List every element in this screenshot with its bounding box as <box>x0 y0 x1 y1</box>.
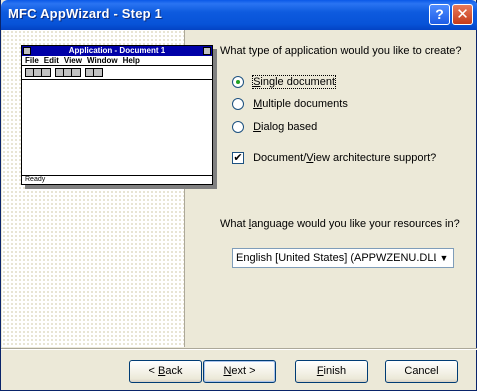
radio-dialog-based[interactable]: Dialog based <box>232 121 317 135</box>
preview-menu-window: Window <box>86 56 118 65</box>
preview-menu-file: File <box>25 56 39 65</box>
preview-application-window: Application - Document 1 File Edit View Win… <box>21 45 213 185</box>
window-title: MFC AppWizard - Step 1 <box>8 6 163 21</box>
button-divider <box>1 348 477 350</box>
next-button[interactable]: Next > <box>203 360 276 383</box>
preview-status-bar: Ready <box>22 175 212 184</box>
toolbar-button-group-icon <box>25 68 51 77</box>
language-question: What language would you like your resour… <box>220 218 460 230</box>
radio-label: Single document <box>252 75 337 90</box>
maximize-icon <box>203 47 211 55</box>
docview-label: Document/View architecture support? <box>253 152 437 165</box>
docview-checkbox-row[interactable]: ✔ Document/View architecture support? <box>232 152 437 165</box>
preview-menu-view: View <box>63 56 82 65</box>
language-dropdown[interactable]: English [United States] (APPWZENU.DLL ▼ <box>232 248 454 268</box>
radio-button-icon[interactable] <box>232 76 244 89</box>
radio-button-icon[interactable] <box>232 121 244 134</box>
back-button[interactable]: < Back <box>129 360 202 383</box>
preview-menu-bar: File Edit View Window Help <box>22 56 212 66</box>
radio-label: Dialog based <box>253 121 318 134</box>
finish-button[interactable]: Finish <box>295 360 368 383</box>
chevron-down-icon[interactable]: ▼ <box>436 250 452 266</box>
toolbar-button-group-icon <box>85 68 103 77</box>
cancel-button[interactable]: Cancel <box>385 360 458 383</box>
preview-menu-edit: Edit <box>43 56 59 65</box>
toolbar-button-group-icon <box>55 68 81 77</box>
preview-title-bar: Application - Document 1 <box>22 46 212 56</box>
help-button[interactable]: ? <box>429 4 450 25</box>
app-type-question: What type of application would you like … <box>220 45 462 57</box>
title-bar[interactable]: MFC AppWizard - Step 1 ? ✕ <box>1 0 477 30</box>
preview-toolbar <box>22 66 212 80</box>
wizard-window: MFC AppWizard - Step 1 ? ✕ Application -… <box>0 0 477 391</box>
system-menu-icon <box>23 47 31 55</box>
radio-label: Multiple documents <box>253 98 348 111</box>
radio-button-icon[interactable] <box>232 98 244 111</box>
close-button[interactable]: ✕ <box>452 4 473 25</box>
checkbox-docview[interactable]: ✔ <box>232 152 244 165</box>
language-selected-value: English [United States] (APPWZENU.DLL <box>236 252 440 264</box>
radio-single-document[interactable]: Single document <box>232 75 337 90</box>
preview-menu-help: Help <box>122 56 140 65</box>
radio-multiple-documents[interactable]: Multiple documents <box>232 98 348 112</box>
preview-title: Application - Document 1 <box>68 46 166 55</box>
